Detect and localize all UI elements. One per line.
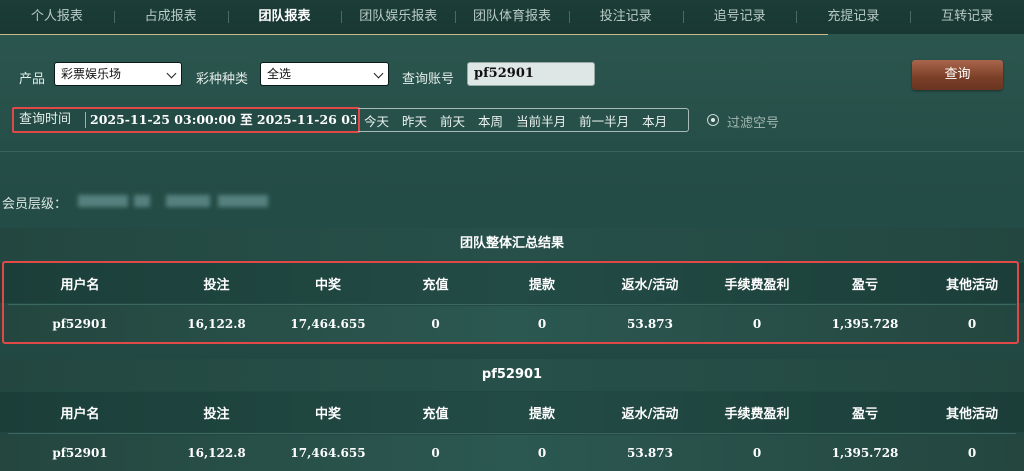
- filter-empty-label[interactable]: 过滤空号: [727, 112, 779, 131]
- row-separator: [8, 304, 1016, 305]
- account-header-row: 用户名 投注 中奖 充值 提款 返水/活动 手续费盈利 盈亏 其他活动: [0, 392, 1024, 432]
- quick-range-current-half-month[interactable]: 当前半月: [516, 111, 566, 130]
- col-withdraw: 提款: [528, 406, 555, 422]
- col-rebate-activity: 返水/活动: [621, 406, 679, 422]
- col-deposit: 充值: [422, 406, 449, 422]
- cell-deposit: 0: [431, 446, 440, 460]
- chevron-down-icon: [166, 68, 177, 79]
- time-separator: [85, 112, 86, 128]
- col-bet: 投注: [203, 277, 230, 293]
- quick-range-this-week[interactable]: 本周: [478, 111, 503, 130]
- lottery-type-select[interactable]: 全选: [260, 62, 389, 86]
- col-fee-profit: 手续费盈利: [724, 277, 790, 293]
- cell-withdraw: 0: [537, 317, 547, 331]
- col-win: 中奖: [314, 406, 341, 422]
- tab-bet-records[interactable]: 投注记录: [568, 0, 683, 34]
- cell-deposit: 0: [431, 317, 440, 331]
- col-other-activity: 其他活动: [945, 277, 998, 293]
- tab-team-sports-report[interactable]: 团队体育报表: [455, 0, 569, 34]
- tab-team-report[interactable]: 团队报表: [227, 0, 342, 34]
- tab-share-report[interactable]: 占成报表: [113, 0, 228, 34]
- table-row: pf52901 16,122.8 17,464.655 0 0 53.873 0…: [0, 435, 1024, 471]
- query-time-value[interactable]: 2025-11-25 03:00:00 至 2025-11-26 03:00:0…: [90, 109, 356, 131]
- report-tabs: 个人报表 占成报表 团队报表 团队娱乐报表 团队体育报表 投注记录 追号记录 充…: [0, 0, 1024, 34]
- product-label: 产品: [19, 72, 46, 87]
- product-select-value: 彩票娱乐场: [61, 67, 122, 81]
- col-profit-loss: 盈亏: [851, 277, 878, 293]
- product-select[interactable]: 彩票娱乐场: [54, 62, 182, 86]
- cell-withdraw: 0: [537, 446, 547, 460]
- lottery-type-select-value: 全选: [267, 67, 292, 81]
- col-profit-loss: 盈亏: [851, 406, 878, 422]
- quick-range-day-before[interactable]: 前天: [440, 111, 465, 130]
- cell-username: pf52901: [52, 317, 108, 331]
- quick-range-today[interactable]: 今天: [364, 111, 389, 130]
- cell-bet: 16,122.8: [187, 446, 246, 460]
- account-label: 查询账号: [402, 72, 455, 87]
- cell-rebate-activity: 53.873: [627, 446, 673, 460]
- tabs-underline: [0, 34, 828, 35]
- col-withdraw: 提款: [528, 277, 555, 293]
- cell-bet: 16,122.8: [187, 317, 246, 331]
- query-time-label: 查询时间: [19, 112, 72, 127]
- quick-range-yesterday[interactable]: 昨天: [402, 111, 427, 130]
- cell-other-activity: 0: [967, 317, 977, 331]
- quick-range-group: 今天 昨天 前天 本周 当前半月 前一半月 本月: [358, 108, 689, 132]
- chevron-down-icon: [373, 68, 384, 79]
- filter-empty-radio[interactable]: [707, 114, 719, 126]
- col-rebate-activity: 返水/活动: [621, 277, 679, 293]
- col-bet: 投注: [203, 406, 230, 422]
- cell-profit-loss: 1,395.728: [831, 446, 899, 460]
- cell-other-activity: 0: [967, 446, 977, 460]
- cell-fee-profit: 0: [752, 317, 762, 331]
- cell-rebate-activity: 53.873: [627, 317, 673, 331]
- tab-team-entertainment-report[interactable]: 团队娱乐报表: [341, 0, 455, 34]
- col-win: 中奖: [314, 277, 341, 293]
- summary-header-row: 用户名 投注 中奖 充值 提款 返水/活动 手续费盈利 盈亏 其他活动: [0, 263, 1024, 303]
- blurred-member-path: [166, 195, 210, 207]
- account-section-title: pf52901: [0, 359, 1024, 391]
- table-row: pf52901 16,122.8 17,464.655 0 0 53.873 0…: [0, 306, 1024, 342]
- lottery-type-label: 彩种种类: [196, 72, 249, 87]
- member-level-label: 会员层级：: [2, 197, 68, 212]
- cell-fee-profit: 0: [752, 446, 762, 460]
- blurred-member-path: [218, 195, 268, 207]
- account-input[interactable]: pf52901: [467, 62, 595, 86]
- tab-personal-report[interactable]: 个人报表: [0, 0, 114, 34]
- blurred-member-path: [134, 195, 150, 207]
- quick-range-previous-half-month[interactable]: 前一半月: [579, 111, 629, 130]
- col-deposit: 充值: [422, 277, 449, 293]
- col-fee-profit: 手续费盈利: [724, 406, 790, 422]
- query-time-field[interactable]: 查询时间 2025-11-25 03:00:00 至 2025-11-26 03…: [12, 107, 360, 133]
- cell-profit-loss: 1,395.728: [831, 317, 899, 331]
- cell-username: pf52901: [52, 446, 108, 460]
- col-username: 用户名: [60, 277, 100, 293]
- col-username: 用户名: [60, 406, 100, 422]
- team-summary-title: 团队整体汇总结果: [0, 228, 1024, 260]
- row-separator: [8, 433, 1016, 434]
- cell-win: 17,464.655: [290, 317, 366, 331]
- tab-chase-records[interactable]: 追号记录: [682, 0, 797, 34]
- tab-transfer-records[interactable]: 互转记录: [910, 0, 1024, 34]
- col-other-activity: 其他活动: [945, 406, 998, 422]
- quick-range-this-month[interactable]: 本月: [642, 111, 667, 130]
- divider: [0, 151, 1024, 152]
- blurred-member-path: [78, 195, 128, 207]
- tab-deposit-withdraw-records[interactable]: 充提记录: [796, 0, 910, 34]
- cell-win: 17,464.655: [290, 446, 366, 460]
- query-button[interactable]: 查询: [912, 60, 1003, 90]
